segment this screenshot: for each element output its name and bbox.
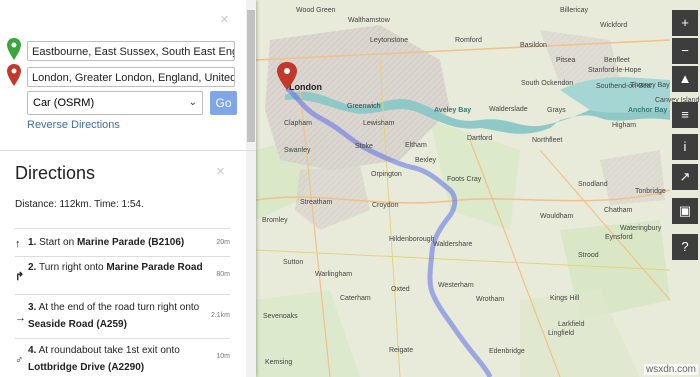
turn-right-end-icon: → xyxy=(15,312,26,324)
map-place-label: Romford xyxy=(455,37,482,44)
map-place-label: Lewisham xyxy=(363,120,395,127)
step-distance: 20m xyxy=(216,239,230,246)
note-button[interactable]: ▣ xyxy=(672,198,698,224)
map-place-label: Eltham xyxy=(405,142,427,149)
go-button[interactable]: Go xyxy=(210,91,237,115)
chevron-down-icon: ⌄ xyxy=(188,97,197,108)
map-place-label: Greenwich xyxy=(347,103,381,110)
share-button[interactable]: ↗ xyxy=(672,164,698,190)
map-place-label: Benfleet xyxy=(604,57,630,64)
reverse-directions-link[interactable]: Reverse Directions xyxy=(27,119,120,131)
directions-summary: Distance: 112km. Time: 1:54. xyxy=(15,199,144,210)
map-place-label: South Ockendon xyxy=(521,80,573,87)
map-place-label: Lingfield xyxy=(548,330,574,337)
map-place-label: Oxted xyxy=(391,286,410,293)
map-place-label: Wateringbury xyxy=(620,225,662,232)
scrollbar-thumb[interactable] xyxy=(247,10,255,142)
map-place-label: Croydon xyxy=(372,202,399,209)
map-place-label: Sevenoaks xyxy=(263,313,298,320)
map-place-label: Basildon xyxy=(520,42,547,49)
map-place-label: Chatham xyxy=(604,207,633,214)
map-place-label: Westerham xyxy=(438,282,474,289)
map-place-label: Stanford-le-Hope xyxy=(588,67,641,74)
map-place-label: Wrotham xyxy=(476,296,504,303)
map-place-label: Edenbridge xyxy=(489,348,525,355)
map-place-label: Northfleet xyxy=(532,137,562,144)
map-place-label: Orpington xyxy=(371,171,402,178)
list-item[interactable]: ♂ 4. At roundabout take 1st exit onto Lo… xyxy=(15,338,230,377)
map-place-label: Wood Green xyxy=(296,7,336,14)
map-place-label: Waldershare xyxy=(433,241,473,248)
turn-right-icon: ↱ xyxy=(15,271,25,283)
map-place-label: Snodland xyxy=(578,181,608,188)
step-distance: 2.1km xyxy=(210,312,230,319)
map-place-label: Wickford xyxy=(600,22,627,29)
straight-arrow-icon: ↑ xyxy=(15,238,21,250)
watermark: wsxdn.com xyxy=(643,364,698,375)
directions-title: Directions xyxy=(15,163,96,183)
map-place-label: Warlingham xyxy=(315,271,352,278)
map-place-label: Leytonstone xyxy=(370,37,408,44)
map-place-label: Walderslade xyxy=(489,106,528,113)
close-search-icon[interactable]: × xyxy=(220,12,229,27)
list-item[interactable]: ↱ 2. Turn right onto Marine Parade Road … xyxy=(15,256,230,295)
info-button[interactable]: i xyxy=(672,134,698,160)
map-place-label: Tonbridge xyxy=(635,188,666,195)
step-distance: 10m xyxy=(216,353,230,360)
map-place-label: Bexley xyxy=(415,157,437,164)
map-place-label: Aveley Bay xyxy=(434,107,471,114)
sidebar-panel: × Eastbourne, East Sussex, South East En… xyxy=(0,0,256,377)
map-place-label: Swanley xyxy=(284,147,311,154)
map-place-label: Billericay xyxy=(560,7,589,14)
map-place-label: Anchor Bay xyxy=(628,107,667,114)
map-place-label: Wouldham xyxy=(540,213,574,220)
map-place-label: Dartford xyxy=(467,135,492,142)
map-place-label: Reigate xyxy=(389,347,413,354)
step-text: 1. Start on Marine Parade (B2106) xyxy=(28,237,185,248)
zoom-in-button[interactable]: + xyxy=(672,10,698,36)
map-place-label: London xyxy=(289,82,322,92)
map-place-label: Thorney Bay xyxy=(630,82,670,89)
divider xyxy=(0,150,256,151)
end-marker-icon xyxy=(7,64,21,86)
start-marker-icon xyxy=(7,38,21,60)
map-place-label: Kings Hill xyxy=(550,295,580,302)
map-place-label: Caterham xyxy=(340,295,371,302)
map-place-label: Walthamstow xyxy=(348,17,391,24)
map-place-label: Clapham xyxy=(284,120,312,127)
map-place-label: Sutton xyxy=(283,259,303,266)
step-text: 2. Turn right onto Marine Parade Road xyxy=(28,262,203,273)
map-place-label: Pitsea xyxy=(556,57,576,64)
map-place-label: Grays xyxy=(547,107,566,114)
layers-button[interactable]: ≡ xyxy=(672,102,698,128)
from-input[interactable]: Eastbourne, East Sussex, South East Engl… xyxy=(27,41,235,61)
close-directions-icon[interactable]: × xyxy=(216,164,225,179)
routing-engine-value: Car (OSRM) xyxy=(33,97,95,109)
query-button[interactable]: ? xyxy=(672,234,698,260)
list-item[interactable]: ↑ 1. Start on Marine Parade (B2106) 20m xyxy=(15,228,230,257)
locate-button[interactable]: ▲ xyxy=(672,66,698,92)
routing-engine-select[interactable]: Car (OSRM) ⌄ xyxy=(27,91,203,115)
map-place-label: Larkfield xyxy=(558,321,585,328)
map-place-label: Higham xyxy=(612,122,636,129)
step-text: 3. At the end of the road turn right ont… xyxy=(28,302,200,330)
list-item[interactable]: → 3. At the end of the road turn right o… xyxy=(15,294,230,339)
map-place-label: Stoke xyxy=(355,143,373,150)
roundabout-icon: ♂ xyxy=(15,354,24,366)
map-place-label: Bromley xyxy=(262,217,288,224)
zoom-out-button[interactable]: − xyxy=(672,38,698,64)
directions-search-box: × Eastbourne, East Sussex, South East En… xyxy=(0,0,246,150)
map-place-label: Streatham xyxy=(300,199,332,206)
map-place-label: Foots Cray xyxy=(447,176,482,183)
map-place-label: Strood xyxy=(578,252,599,259)
map-place-label: Hildenborough xyxy=(389,236,435,243)
map-place-label: Eynsford xyxy=(605,234,633,241)
map-place-label: Kemsing xyxy=(265,359,292,366)
step-text: 4. At roundabout take 1st exit onto Lott… xyxy=(28,345,180,373)
step-distance: 80m xyxy=(216,271,230,278)
to-input[interactable]: London, Greater London, England, United … xyxy=(27,67,235,87)
